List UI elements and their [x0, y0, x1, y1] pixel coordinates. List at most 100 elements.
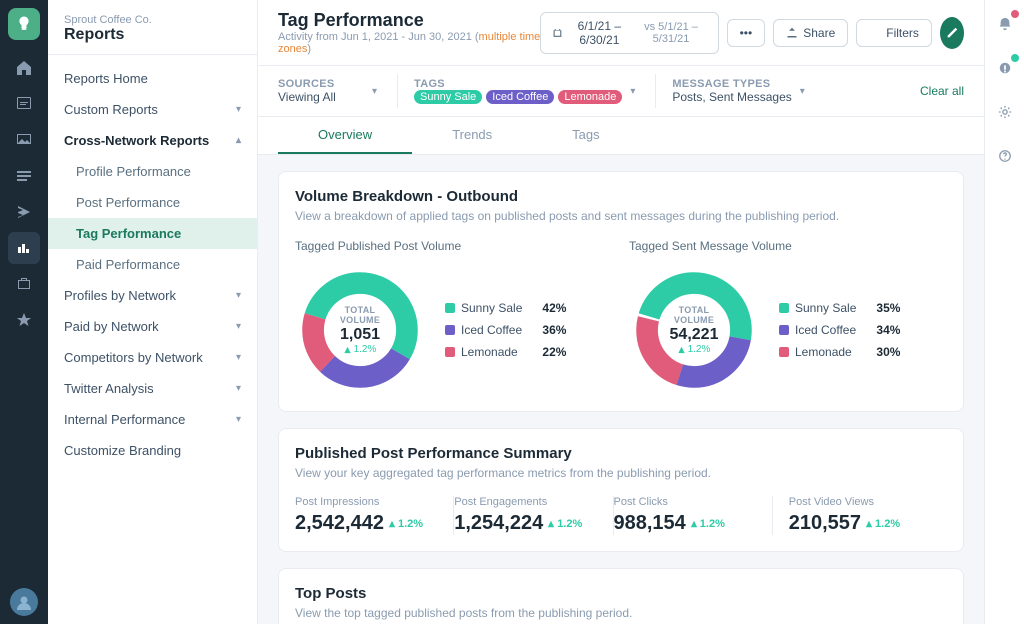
- profiles-chevron: ▾: [236, 290, 241, 301]
- help-icon[interactable]: [991, 142, 1019, 170]
- competitors-label: Competitors by Network: [64, 350, 203, 365]
- sidebar-section-title: Reports: [64, 26, 241, 44]
- sidebar-item-paid-performance[interactable]: Paid Performance: [48, 249, 257, 280]
- more-dots-icon: •••: [740, 26, 753, 40]
- sidebar-nav: Reports Home Custom Reports ▾ Cross-Netw…: [48, 55, 257, 474]
- top-posts-card: Top Posts View the top tagged published …: [278, 568, 964, 624]
- engagements-arrow-icon: [547, 520, 555, 528]
- iced-pct-left: 36%: [542, 323, 566, 337]
- sidebar-item-cross-network[interactable]: Cross-Network Reports ▴: [48, 125, 257, 156]
- nav-compose-icon[interactable]: [8, 88, 40, 120]
- sunny-pct-right: 35%: [876, 301, 900, 315]
- activity-badge: [1011, 54, 1019, 62]
- sidebar-item-profile-performance[interactable]: Profile Performance: [48, 156, 257, 187]
- profile-performance-label: Profile Performance: [76, 164, 191, 179]
- right-total-label: Total Volume: [662, 305, 727, 325]
- metric-video-views: Post Video Views 210,557 1.2%: [773, 496, 947, 535]
- nav-send-icon[interactable]: [8, 196, 40, 228]
- message-types-value: Posts, Sent Messages: [672, 90, 791, 104]
- compose-button[interactable]: [940, 17, 964, 49]
- tab-tags[interactable]: Tags: [532, 117, 639, 154]
- clicks-change: 1.2%: [690, 518, 725, 530]
- activity-icon[interactable]: [991, 54, 1019, 82]
- paid-performance-label: Paid Performance: [76, 257, 180, 272]
- user-avatar[interactable]: [10, 588, 38, 616]
- impressions-value: 2,542,442 1.2%: [295, 512, 437, 535]
- volume-card-subtitle: View a breakdown of applied tags on publ…: [295, 209, 947, 223]
- right-arrow-up-icon: [678, 346, 686, 354]
- nav-tasks-icon[interactable]: [8, 160, 40, 192]
- post-performance-label: Post Performance: [76, 195, 180, 210]
- settings-icon[interactable]: [991, 98, 1019, 126]
- date-range-value: 6/1/21 – 6/30/21: [567, 19, 631, 47]
- lemonade-pct-left: 22%: [542, 345, 566, 359]
- cross-network-chevron: ▴: [236, 135, 241, 146]
- video-arrow-icon: [865, 520, 873, 528]
- engagements-change: 1.2%: [547, 518, 582, 530]
- more-options-button[interactable]: •••: [727, 19, 766, 47]
- twitter-chevron: ▾: [236, 383, 241, 394]
- sidebar-item-tag-performance[interactable]: Tag Performance: [48, 218, 257, 249]
- date-range-button[interactable]: 6/1/21 – 6/30/21 vs 5/1/21 – 5/31/21: [540, 12, 718, 54]
- share-label: Share: [803, 26, 835, 40]
- clear-all-button[interactable]: Clear all: [920, 84, 964, 98]
- sources-label: Sources: [278, 78, 336, 90]
- performance-card: Published Post Performance Summary View …: [278, 428, 964, 552]
- paid-by-network-label: Paid by Network: [64, 319, 159, 334]
- internal-performance-label: Internal Performance: [64, 412, 185, 427]
- volume-card-title: Volume Breakdown - Outbound: [295, 188, 947, 205]
- top-posts-title: Top Posts: [295, 585, 947, 602]
- share-icon: [786, 27, 798, 39]
- performance-card-subtitle: View your key aggregated tag performance…: [295, 466, 947, 480]
- sidebar-item-competitors[interactable]: Competitors by Network ▾: [48, 342, 257, 373]
- left-change: 1.2%: [328, 344, 393, 355]
- nav-analytics-icon[interactable]: [8, 232, 40, 264]
- nav-briefcase-icon[interactable]: [8, 268, 40, 300]
- left-donut-center: Total Volume 1,051 1.2%: [328, 305, 393, 355]
- legend-item-sunny-right: Sunny Sale 35%: [779, 301, 900, 315]
- sunny-dot-right: [779, 303, 789, 313]
- legend-item-iced-left: Iced Coffee 36%: [445, 323, 566, 337]
- iced-pct-right: 34%: [876, 323, 900, 337]
- left-chart: Tagged Published Post Volume: [295, 239, 613, 395]
- sidebar-item-customize-branding[interactable]: Customize Branding: [48, 435, 257, 466]
- sidebar-item-internal-performance[interactable]: Internal Performance ▾: [48, 404, 257, 435]
- tags-value: Sunny Sale Iced Coffee Lemonade: [414, 90, 622, 104]
- tab-trends[interactable]: Trends: [412, 117, 532, 154]
- tag-chip-iced: Iced Coffee: [486, 90, 554, 104]
- engagements-value: 1,254,224 1.2%: [454, 512, 596, 535]
- left-arrow-up-icon: [344, 346, 352, 354]
- filters-button[interactable]: Filters: [856, 19, 932, 47]
- filter-tags[interactable]: Tags Sunny Sale Iced Coffee Lemonade ▾: [414, 74, 656, 108]
- share-button[interactable]: Share: [773, 19, 848, 47]
- paid-network-chevron: ▾: [236, 321, 241, 332]
- sidebar-item-paid-by-network[interactable]: Paid by Network ▾: [48, 311, 257, 342]
- filter-message-types[interactable]: Message Types Posts, Sent Messages ▾: [672, 74, 824, 108]
- nav-inbox-icon[interactable]: [8, 124, 40, 156]
- sidebar-item-twitter-analysis[interactable]: Twitter Analysis ▾: [48, 373, 257, 404]
- app-logo[interactable]: [8, 8, 40, 40]
- lemonade-dot-left: [445, 347, 455, 357]
- sidebar-item-custom-reports[interactable]: Custom Reports ▾: [48, 94, 257, 125]
- clicks-value: 988,154 1.2%: [614, 512, 756, 535]
- notification-bell-icon[interactable]: [991, 10, 1019, 38]
- page-title: Tag Performance: [278, 10, 540, 31]
- sidebar-item-post-performance[interactable]: Post Performance: [48, 187, 257, 218]
- tab-overview[interactable]: Overview: [278, 117, 412, 154]
- nav-star-icon[interactable]: [8, 304, 40, 336]
- right-legend: Sunny Sale 35% Iced Coffee 34%: [779, 301, 900, 359]
- filters-bar: Sources Viewing All ▾ Tags Sunny Sale Ic…: [258, 66, 984, 117]
- profiles-by-network-label: Profiles by Network: [64, 288, 176, 303]
- tabs-bar: Overview Trends Tags: [258, 117, 984, 155]
- filter-sources[interactable]: Sources Viewing All ▾: [278, 74, 398, 108]
- sidebar-item-reports-home[interactable]: Reports Home: [48, 63, 257, 94]
- tags-chevron: ▾: [630, 86, 635, 97]
- right-donut-center: Total Volume 54,221 1.2%: [662, 305, 727, 355]
- metric-engagements: Post Engagements 1,254,224 1.2%: [454, 496, 613, 535]
- top-posts-subtitle: View the top tagged published posts from…: [295, 606, 947, 620]
- legend-item-lemonade-right: Lemonade 30%: [779, 345, 900, 359]
- sidebar-item-profiles-by-network[interactable]: Profiles by Network ▾: [48, 280, 257, 311]
- performance-card-title: Published Post Performance Summary: [295, 445, 947, 462]
- nav-home-icon[interactable]: [8, 52, 40, 84]
- custom-reports-chevron: ▾: [236, 104, 241, 115]
